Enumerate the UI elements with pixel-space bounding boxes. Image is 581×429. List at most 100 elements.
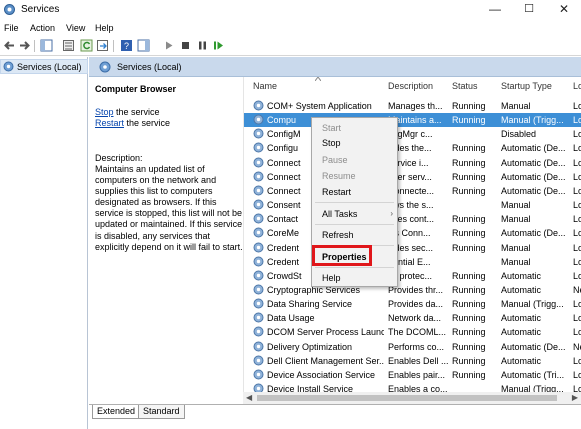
- context-menu-start[interactable]: Start: [322, 123, 341, 133]
- table-row[interactable]: Consent ows the s... Manual Lo: [244, 198, 581, 212]
- service-startup-type-cell: Automatic (De...: [501, 171, 566, 182]
- service-startup-type-cell: Automatic: [501, 313, 542, 324]
- table-row[interactable]: Cryptographic Services Provides thr... Run…: [244, 283, 581, 297]
- service-startup-type-cell: Manual: [501, 242, 531, 253]
- table-row[interactable]: ConfigM nfigMgr c... Disabled Lo: [244, 127, 581, 141]
- service-log-on-cell: Ne: [573, 341, 581, 352]
- context-menu-resume[interactable]: Resume: [322, 171, 356, 181]
- service-name-cell: DCOM Server Process Launc...: [267, 327, 384, 338]
- table-row[interactable]: Credent vides sec... Running Manual Lo: [244, 241, 581, 255]
- context-menu-stop[interactable]: Stop: [322, 138, 341, 148]
- menu-file[interactable]: File: [4, 23, 19, 33]
- export-list-icon[interactable]: [96, 39, 109, 52]
- service-status-cell: Running: [452, 355, 486, 366]
- context-menu-separator: [315, 224, 394, 225]
- close-button[interactable]: ✕: [547, 0, 581, 20]
- service-log-on-cell: Lo: [573, 101, 581, 111]
- table-row[interactable]: Dell Client Management Ser... Enables Del…: [244, 354, 581, 368]
- column-header-status[interactable]: Status: [452, 81, 478, 91]
- table-row[interactable]: COM+ System Application Manages th... Runn…: [244, 99, 581, 113]
- properties-sheet-icon[interactable]: [62, 39, 75, 52]
- service-startup-type-cell: Automatic: [501, 327, 542, 338]
- service-name-cell: Delivery Optimization: [267, 341, 353, 352]
- table-row[interactable]: Credent dential E... Manual Lo: [244, 255, 581, 269]
- table-row[interactable]: Configu vides the... Running Automatic (De.…: [244, 141, 581, 155]
- column-header-log-on-as[interactable]: Lo: [573, 81, 581, 91]
- service-gear-icon: [253, 312, 264, 323]
- service-log-on-cell: Lo: [573, 369, 581, 380]
- service-startup-type-cell: Automatic (De...: [501, 143, 566, 154]
- context-menu-refresh[interactable]: Refresh: [322, 230, 354, 240]
- service-status-cell: Running: [452, 101, 486, 111]
- service-startup-type-cell: Manual: [501, 101, 531, 111]
- service-startup-type-cell: Automatic: [501, 284, 542, 295]
- service-gear-icon: [253, 369, 264, 380]
- table-row[interactable]: Contact exes cont... Running Manual Lo: [244, 212, 581, 226]
- table-row[interactable]: Data Sharing Service Provides da... Runnin…: [244, 297, 581, 311]
- forward-arrow-icon[interactable]: [18, 39, 31, 52]
- service-gear-icon: [253, 142, 264, 153]
- service-status-cell: Running: [452, 299, 486, 310]
- table-row[interactable]: Connect user serv... Running Automatic (De.…: [244, 170, 581, 184]
- console-tree: Services (Local): [0, 57, 88, 429]
- context-menu-all-tasks[interactable]: All Tasks: [322, 209, 357, 219]
- horizontal-scrollbar[interactable]: ◀ ▶: [243, 392, 581, 404]
- table-row[interactable]: Compu Maintains a... Running Manual (Trigg.…: [244, 113, 581, 128]
- service-log-on-cell: Lo: [573, 228, 581, 239]
- service-gear-icon: [253, 128, 264, 139]
- refresh-icon[interactable]: [80, 39, 93, 52]
- scrollbar-thumb[interactable]: [257, 395, 557, 401]
- pause-service-icon[interactable]: [196, 39, 209, 52]
- column-header-name[interactable]: Name: [253, 81, 277, 91]
- service-status-cell: Running: [452, 228, 486, 239]
- scroll-right-arrow-icon[interactable]: ▶: [572, 393, 578, 402]
- table-row[interactable]: Device Association Service Enables pair..…: [244, 368, 581, 382]
- table-row[interactable]: Data Usage Network da... Running Automatic L…: [244, 311, 581, 325]
- context-menu-restart[interactable]: Restart: [322, 187, 351, 197]
- maximize-button[interactable]: ☐: [512, 0, 546, 20]
- menu-view[interactable]: View: [66, 23, 85, 33]
- table-row[interactable]: Connect service i... Running Automatic (De.…: [244, 156, 581, 170]
- table-row[interactable]: Connect Connecte... Running Automatic (De..…: [244, 184, 581, 198]
- table-row[interactable]: DCOM Server Process Launc... The DCOML...…: [244, 325, 581, 339]
- service-gear-icon: [253, 242, 264, 252]
- service-description-cell: The DCOML...: [388, 327, 447, 338]
- service-startup-type-cell: Automatic (De...: [501, 228, 566, 239]
- column-header-description[interactable]: Description: [388, 81, 433, 91]
- toolbar-separator: [34, 40, 35, 52]
- service-startup-type-cell: Manual (Trigg...: [501, 115, 564, 126]
- menu-help[interactable]: Help: [95, 23, 114, 33]
- context-menu-pause[interactable]: Pause: [322, 155, 348, 165]
- scroll-left-arrow-icon[interactable]: ◀: [246, 393, 252, 402]
- tab-extended[interactable]: Extended: [92, 405, 141, 419]
- help-icon[interactable]: ?: [120, 39, 133, 52]
- show-action-pane-icon[interactable]: [137, 39, 150, 52]
- service-log-on-cell: Lo: [573, 143, 581, 154]
- column-header-startup-type[interactable]: Startup Type: [501, 81, 552, 91]
- restart-service-icon[interactable]: [212, 39, 225, 52]
- service-status-cell: Running: [452, 270, 486, 281]
- service-gear-icon: [253, 213, 264, 224]
- service-gear-icon: [253, 157, 264, 168]
- service-gear-icon: [253, 256, 264, 267]
- service-log-on-cell: Lo: [573, 313, 581, 324]
- restart-service-link[interactable]: Restart: [95, 118, 124, 128]
- table-row[interactable]: Delivery Optimization Performs co... Runni…: [244, 340, 581, 354]
- start-service-icon[interactable]: [162, 39, 175, 52]
- show-hide-console-tree-icon[interactable]: [40, 39, 53, 52]
- table-row[interactable]: CoreMe ws Conn... Running Automatic (De... L…: [244, 226, 581, 240]
- service-startup-type-cell: Manual: [501, 256, 531, 267]
- service-gear-icon: [253, 284, 264, 295]
- back-arrow-icon[interactable]: [3, 39, 16, 52]
- pane-header: Services (Local): [89, 57, 581, 77]
- stop-service-link[interactable]: Stop: [95, 107, 114, 117]
- tab-standard[interactable]: Standard: [138, 405, 185, 419]
- tree-item-services-local[interactable]: Services (Local): [0, 59, 88, 74]
- stop-service-icon[interactable]: [179, 39, 192, 52]
- service-status-cell: Running: [452, 341, 486, 352]
- minimize-button[interactable]: —: [478, 0, 512, 20]
- service-gear-icon: [253, 298, 264, 309]
- menu-action[interactable]: Action: [30, 23, 55, 33]
- context-menu-help[interactable]: Help: [322, 273, 341, 283]
- table-row[interactable]: CrowdSt ss protec... Running Automatic Lo: [244, 269, 581, 283]
